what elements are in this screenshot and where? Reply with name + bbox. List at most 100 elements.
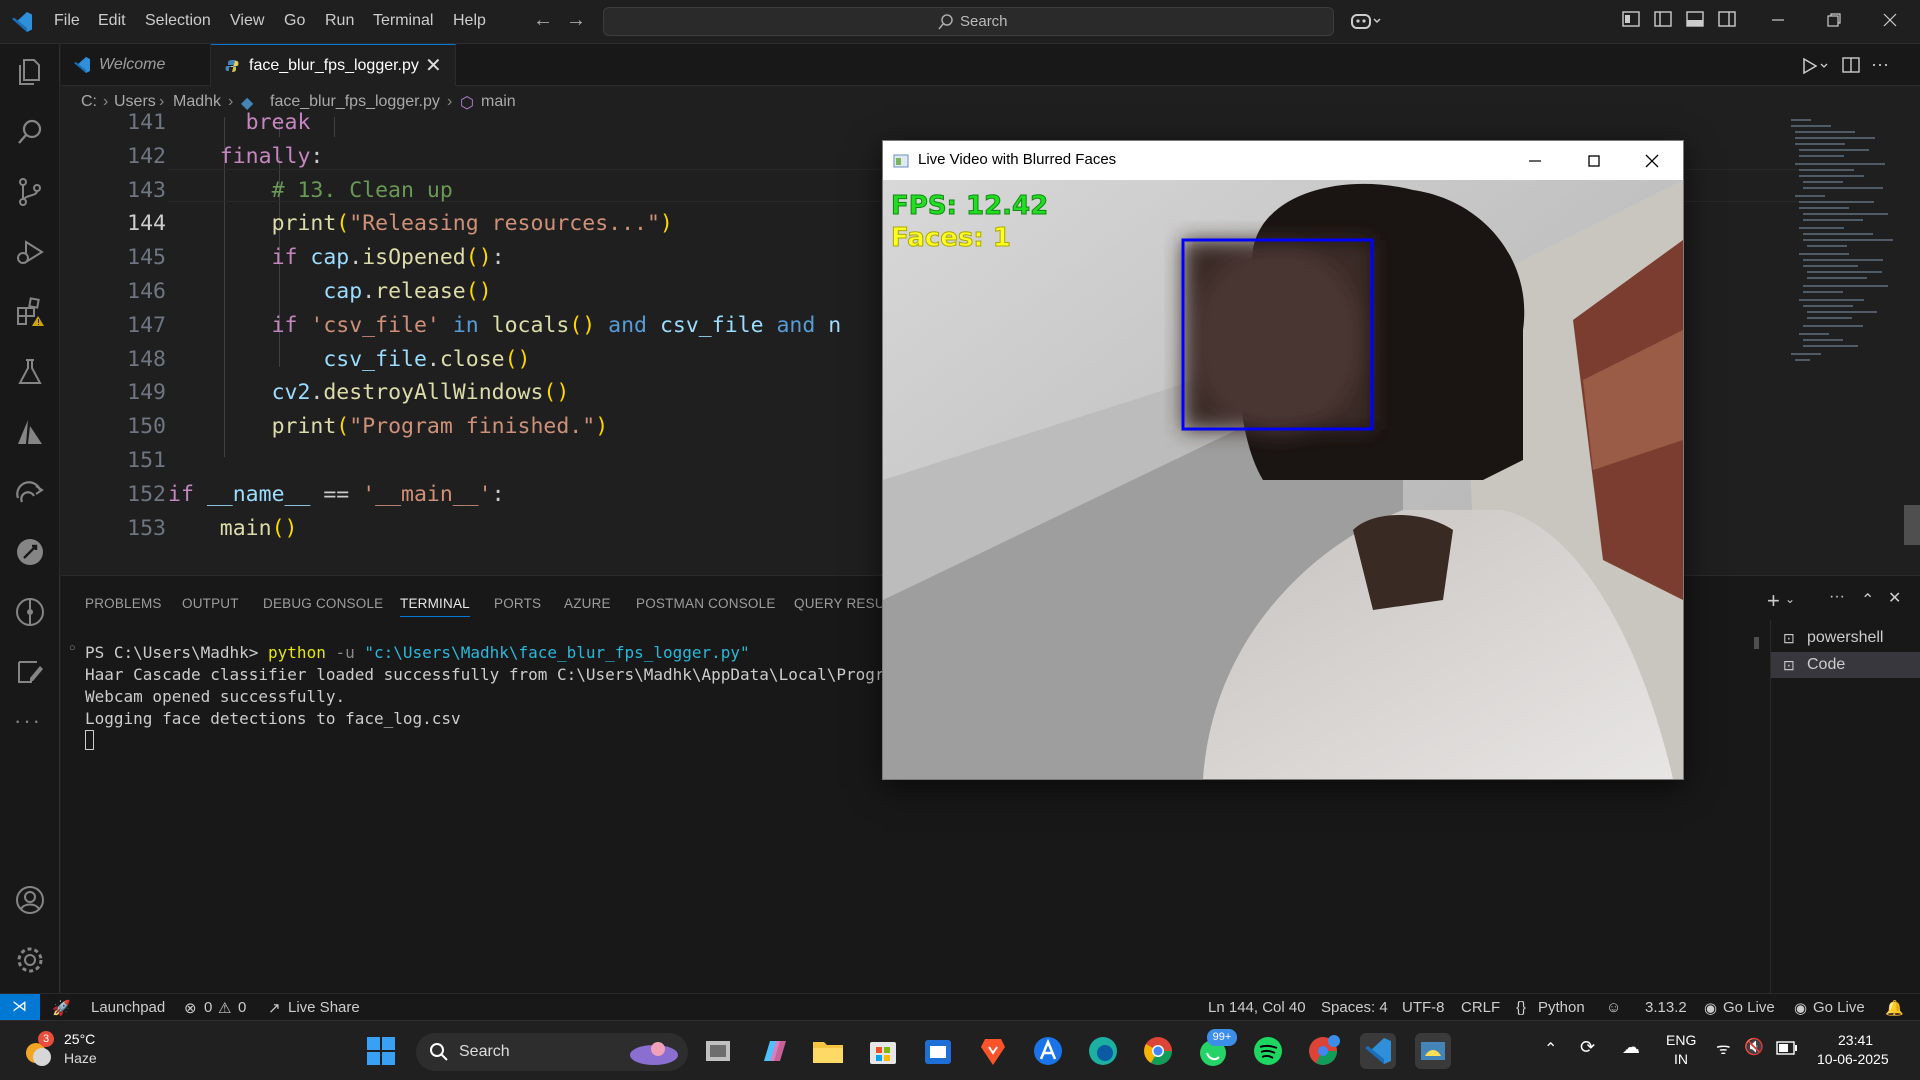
menu-file[interactable]: File <box>54 12 80 30</box>
terminal-item-code[interactable]: ⊡ Code <box>1771 652 1920 678</box>
copilot-taskbar-icon[interactable] <box>756 1033 792 1069</box>
show-hidden-icons-chevron-icon[interactable]: ⌃ <box>1544 1039 1557 1059</box>
app-icon-blue[interactable] <box>1030 1033 1066 1069</box>
chrome-browser-icon[interactable] <box>1140 1033 1176 1069</box>
maximize-icon[interactable] <box>1587 154 1601 168</box>
breadcrumb-users[interactable]: Users <box>114 93 156 111</box>
errors-count[interactable]: 0 <box>204 999 212 1016</box>
task-view-icon[interactable] <box>700 1033 736 1069</box>
outlook-icon[interactable] <box>920 1033 956 1069</box>
command-search-box[interactable]: Search <box>603 7 1334 36</box>
panel-tab-ports[interactable]: PORTS <box>494 596 541 611</box>
encoding-status[interactable]: UTF-8 <box>1402 999 1445 1016</box>
clock-date[interactable]: 10-06-2025 <box>1817 1051 1889 1067</box>
indentation-status[interactable]: Spaces: 4 <box>1321 999 1388 1016</box>
panel-tab-debug-console[interactable]: DEBUG CONSOLE <box>263 596 383 611</box>
menu-help[interactable]: Help <box>453 12 486 30</box>
toggle-panel-icon[interactable] <box>1686 10 1704 28</box>
notifications-bell-icon[interactable]: 🔔 <box>1885 999 1904 1017</box>
gitlens-icon[interactable] <box>14 596 46 628</box>
menu-view[interactable]: View <box>230 12 264 30</box>
source-control-icon[interactable] <box>14 176 46 208</box>
code-line[interactable]: print("Program finished.") <box>168 414 609 439</box>
more-actions-icon[interactable]: ··· <box>1829 588 1845 606</box>
copilot-icon[interactable] <box>1350 11 1384 31</box>
menu-go[interactable]: Go <box>284 12 305 30</box>
warnings-count[interactable]: 0 <box>238 999 246 1016</box>
customize-layout-icon[interactable] <box>1622 10 1640 28</box>
panel-tab-postman-console[interactable]: POSTMAN CONSOLE <box>636 596 776 611</box>
chevron-down-icon[interactable]: ⌄ <box>1785 592 1795 606</box>
run-file-icon[interactable] <box>1801 57 1829 75</box>
terminal-scrollbar-thumb[interactable] <box>1754 637 1759 649</box>
more-views-icon[interactable]: ··· <box>14 708 42 734</box>
panel-tab-terminal[interactable]: TERMINAL <box>400 596 470 617</box>
code-line[interactable]: break <box>168 110 311 135</box>
breadcrumb-madhk[interactable]: Madhk <box>173 93 221 111</box>
minimap[interactable] <box>1785 117 1900 437</box>
weather-widget[interactable]: 3 <box>20 1031 56 1069</box>
code-line[interactable]: cv2.destroyAllWindows() <box>168 380 570 405</box>
remote-indicator[interactable]: ⋊ <box>0 994 40 1021</box>
forward-arrow-icon[interactable]: → <box>566 9 586 32</box>
close-window-icon[interactable] <box>1645 154 1659 168</box>
menu-selection[interactable]: Selection <box>145 12 211 30</box>
panel-tab-output[interactable]: OUTPUT <box>182 596 239 611</box>
code-line[interactable]: csv_file.close() <box>168 347 530 372</box>
code-line[interactable]: if 'csv_file' in locals() and csv_file a… <box>168 313 842 338</box>
taskbar-search-box[interactable]: Search <box>416 1033 688 1071</box>
clock-time[interactable]: 23:41 <box>1838 1032 1873 1048</box>
close-tab-icon[interactable]: ✕ <box>425 45 442 87</box>
go-live-1[interactable]: Go Live <box>1723 999 1775 1016</box>
breadcrumb-file[interactable]: face_blur_fps_logger.py <box>270 93 440 111</box>
account-icon[interactable] <box>14 884 46 916</box>
brave-browser-icon[interactable] <box>975 1033 1011 1069</box>
close-window-icon[interactable] <box>1882 12 1898 28</box>
terminal-prompt-line[interactable]: PS C:\Users\Madhk> python -u "c:\Users\M… <box>85 643 750 662</box>
back-arrow-icon[interactable]: ← <box>533 9 553 32</box>
azure-icon[interactable] <box>14 416 46 448</box>
volume-muted-icon[interactable]: 🔇 <box>1744 1037 1764 1057</box>
tab-welcome[interactable]: Welcome <box>61 44 211 86</box>
whatsapp-icon[interactable]: 99+ <box>1195 1029 1237 1069</box>
maximize-panel-icon[interactable]: ⌃ <box>1861 590 1874 610</box>
python-version[interactable]: 3.13.2 <box>1645 999 1687 1016</box>
weather-temp[interactable]: 25°C <box>64 1031 95 1047</box>
vscode-logo-icon[interactable] <box>10 10 34 34</box>
run-debug-icon[interactable] <box>14 236 46 268</box>
toggle-sidebar-icon[interactable] <box>1654 10 1672 28</box>
video-window-titlebar[interactable]: Live Video with Blurred Faces <box>883 141 1683 180</box>
file-explorer-icon[interactable] <box>810 1033 846 1069</box>
database-icon[interactable] <box>14 656 46 688</box>
onedrive-icon[interactable]: ☁ <box>1622 1037 1640 1058</box>
minimize-icon[interactable] <box>1528 154 1542 168</box>
code-line[interactable]: print("Releasing resources...") <box>168 211 673 236</box>
tab-face-blur-fps-logger[interactable]: face_blur_fps_logger.py ✕ <box>211 44 456 86</box>
split-editor-icon[interactable] <box>1842 56 1860 74</box>
go-live-2[interactable]: Go Live <box>1813 999 1865 1016</box>
close-panel-icon[interactable]: ✕ <box>1888 588 1901 608</box>
language-region[interactable]: IN <box>1674 1051 1688 1067</box>
restore-icon[interactable] <box>1826 12 1842 28</box>
weather-desc[interactable]: Haze <box>64 1050 97 1066</box>
panel-tab-azure[interactable]: AZURE <box>564 596 611 611</box>
language-indicator[interactable]: ENG <box>1666 1032 1696 1048</box>
breadcrumb-main[interactable]: main <box>481 93 516 111</box>
settings-gear-icon[interactable] <box>14 944 46 976</box>
testing-icon[interactable] <box>14 356 46 388</box>
cursor-position[interactable]: Ln 144, Col 40 <box>1208 999 1306 1016</box>
panel-tab-query-result[interactable]: QUERY RESULT <box>794 596 884 611</box>
search-icon[interactable] <box>14 116 46 148</box>
live-share-status[interactable]: Live Share <box>288 999 360 1016</box>
more-actions-icon[interactable]: ··· <box>1871 54 1889 75</box>
copilot-status-icon[interactable]: ☺ <box>1606 999 1621 1016</box>
wifi-icon[interactable]: ᯤ <box>1716 1037 1731 1059</box>
panel-tab-problems[interactable]: PROBLEMS <box>85 596 162 611</box>
new-terminal-icon[interactable]: + <box>1767 588 1780 614</box>
language-mode[interactable]: Python <box>1538 999 1585 1016</box>
vscode-taskbar-icon[interactable] <box>1360 1033 1396 1069</box>
menu-edit[interactable]: Edit <box>98 12 126 30</box>
launchpad-status[interactable]: Launchpad <box>91 999 165 1016</box>
extensions-icon[interactable]: ! <box>14 296 46 328</box>
code-line[interactable]: main() <box>168 516 298 541</box>
